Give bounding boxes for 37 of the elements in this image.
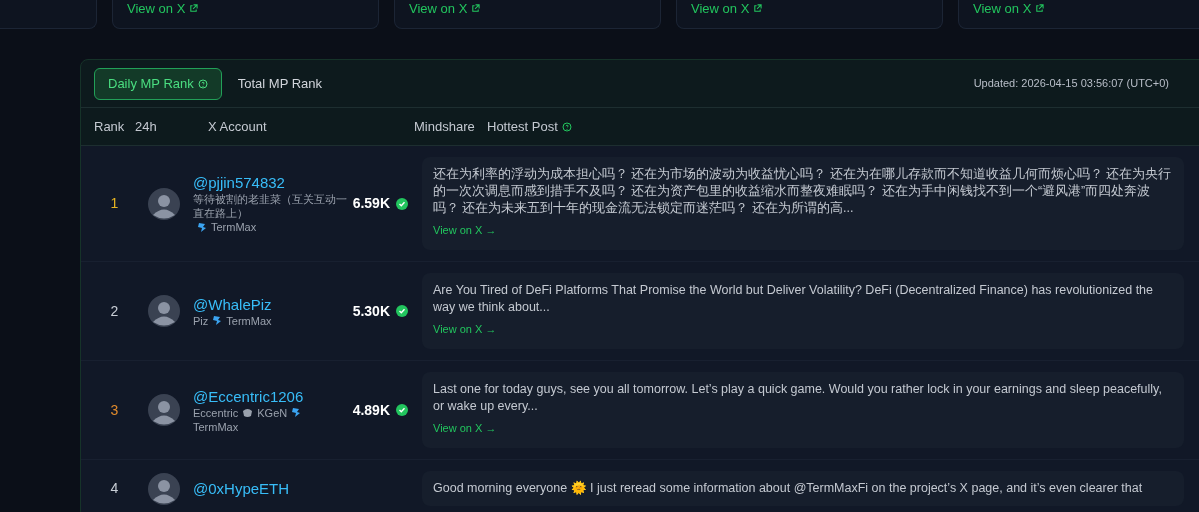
post-text: Last one for today guys, see you all tomorrow. Let’s play a quick game. Would you rather lock in your earnings and sleep peacefully, or wake up every... [433,381,1163,415]
mindshare-value: 4.89K [352,400,390,420]
rank-tab[interactable]: Total MP Rank [223,67,337,100]
post-text: 还在为利率的浮动为成本担心吗？ 还在为市场的波动为收益忧心吗？ 还在为在哪儿存款而不知道收益几何而烦心吗？ 还在为央行的一次次调息而感到措手不及吗？ 还在为资产包里的收益缩水而整夜难眠吗？ 还在为手中闲钱找不到一个“避风港”而四处奔波吗？ 还在为未来五到十年的现金流无法锁定而迷茫吗？ 还在为所谓的高... [433,166,1173,217]
view-on-x-link[interactable]: View on X [127,0,199,19]
bio-text: 等待被割的老韭菜（互关互动一直在路上） [193,192,348,220]
bio-text: TermMax [226,313,272,328]
account-handle[interactable]: @Eccentric1206 [193,386,348,406]
column-header: Rank [93,117,126,136]
bio-text: TermMax [193,419,239,434]
column-header: Mindshare [414,117,476,136]
account-handle[interactable]: @0xHypeETH [193,479,348,498]
column-header: Hottest Post [487,116,637,137]
bio-text: Piz [193,313,209,328]
rank-number: 3 [109,400,120,420]
rank-number: 4 [109,479,120,498]
rank-number: 2 [109,301,120,321]
view-on-x-link[interactable]: View on X → [433,422,497,434]
mindshare-value: 5.30K [352,301,390,321]
rank-number: 1 [109,194,120,213]
column-header: X Account [208,117,268,136]
post-text: Are You Tired of DeFi Platforms That Promise the World but Deliver Volatility? DeFi (Decentralized Finance) has revolutionized the way we think about... [433,282,1154,316]
account-handle[interactable]: @WhalePiz [193,294,348,314]
updated-time: Updated: 2026-04-15 03:56:07 (UTC+0) [973,76,1169,92]
bio-text: KGeN [257,405,288,420]
post-text: Good morning everyone 🌞 I just reread some information about @TermMaxFi on the project’s X page, and it’s even clearer that [433,480,1144,497]
bio-text: Eccentric [193,405,239,420]
account-handle[interactable]: @pjjin574832 [193,173,348,192]
view-on-x-link[interactable]: View on X → [433,323,497,335]
view-on-x-link[interactable]: View on X [973,0,1045,19]
rank-tab[interactable]: Daily MP Rank [94,67,222,100]
view-on-x-link[interactable]: View on X → [433,224,497,236]
view-on-x-link[interactable]: View on X [409,0,481,19]
bio-text: TermMax [211,220,257,234]
mindshare-value: 6.59K [352,194,390,213]
column-header: 24h [135,117,158,136]
view-on-x-link[interactable]: View on X [691,0,763,19]
